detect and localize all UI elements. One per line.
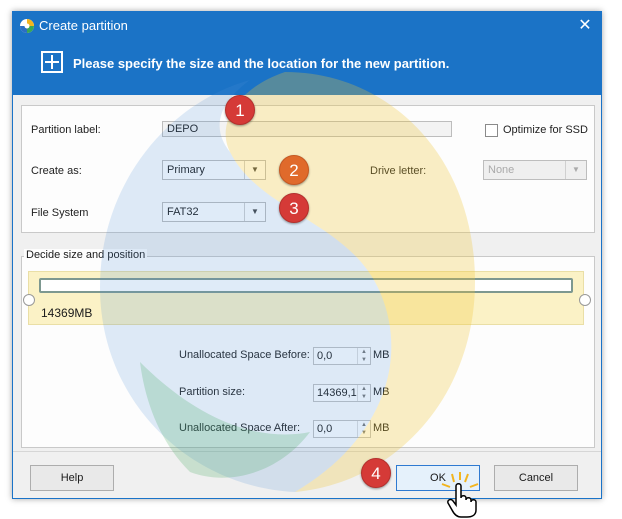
unallocated-after-label: Unallocated Space After: (179, 422, 301, 434)
unallocated-after-input[interactable]: 0,0 ▲ ▼ (313, 420, 371, 438)
left-resize-handle[interactable] (23, 294, 35, 306)
cancel-button[interactable]: Cancel (494, 465, 578, 491)
step-marker-2: 2 (279, 155, 309, 185)
unallocated-after-unit: MB (373, 422, 390, 434)
banner-text: Please specify the size and the location… (73, 56, 450, 71)
unallocated-after-value: 0,0 (317, 423, 333, 435)
hand-pointer-icon (441, 472, 479, 518)
chevron-down-icon: ▼ (565, 161, 586, 179)
close-button[interactable]: ✕ (569, 12, 601, 40)
help-button[interactable]: Help (30, 465, 114, 491)
partition-bar[interactable] (39, 278, 573, 293)
size-position-legend: Decide size and position (24, 249, 148, 261)
partition-label-value: DEPO (167, 123, 199, 135)
step-marker-3: 3 (279, 193, 309, 223)
unallocated-before-unit: MB (373, 349, 390, 361)
unallocated-before-value: 0,0 (317, 350, 333, 362)
partition-size-unit: MB (373, 386, 390, 398)
spin-down-icon[interactable]: ▼ (357, 429, 370, 437)
file-system-label: File System (31, 207, 89, 219)
spin-up-icon[interactable]: ▲ (357, 385, 370, 393)
create-partition-dialog: Create partition ✕ Please specify the si… (12, 11, 602, 499)
spin-up-icon[interactable]: ▲ (357, 421, 370, 429)
partition-label-label: Partition label: (31, 124, 101, 136)
partition-size-label: Partition size: (179, 386, 246, 398)
partition-size-input[interactable]: 14369,1 ▲ ▼ (313, 384, 371, 402)
step-marker-1: 1 (225, 95, 255, 125)
partition-label-input[interactable]: DEPO (162, 121, 452, 137)
file-system-value: FAT32 (167, 206, 199, 218)
chevron-down-icon: ▼ (244, 203, 265, 221)
create-as-value: Primary (167, 164, 205, 176)
optimize-ssd-label: Optimize for SSD (503, 124, 588, 136)
partition-bar-area[interactable]: 14369MB (28, 271, 584, 325)
size-position-group: Decide size and position 14369MB Unalloc… (21, 249, 595, 448)
step-marker-4: 4 (361, 458, 391, 488)
chevron-down-icon: ▼ (244, 161, 265, 179)
footer-divider (13, 451, 601, 452)
spin-down-icon[interactable]: ▼ (357, 356, 370, 364)
optimize-ssd-checkbox[interactable] (485, 124, 498, 137)
right-resize-handle[interactable] (579, 294, 591, 306)
title-bar: Create partition ✕ (13, 12, 601, 40)
drive-letter-label: Drive letter: (370, 165, 427, 177)
spin-down-icon[interactable]: ▼ (357, 393, 370, 401)
drive-letter-select[interactable]: None ▼ (483, 160, 587, 180)
unallocated-before-input[interactable]: 0,0 ▲ ▼ (313, 347, 371, 365)
window-title: Create partition (39, 18, 128, 33)
header-banner: Please specify the size and the location… (13, 40, 601, 95)
partition-size-value: 14369,1 (317, 387, 357, 399)
drive-letter-value: None (488, 164, 515, 176)
app-logo-icon (20, 19, 34, 33)
create-as-select[interactable]: Primary ▼ (162, 160, 266, 180)
plus-icon (41, 51, 63, 73)
partition-bar-size: 14369MB (41, 306, 93, 320)
file-system-select[interactable]: FAT32 ▼ (162, 202, 266, 222)
create-as-label: Create as: (31, 165, 82, 177)
unallocated-before-label: Unallocated Space Before: (179, 349, 310, 361)
spin-up-icon[interactable]: ▲ (357, 348, 370, 356)
